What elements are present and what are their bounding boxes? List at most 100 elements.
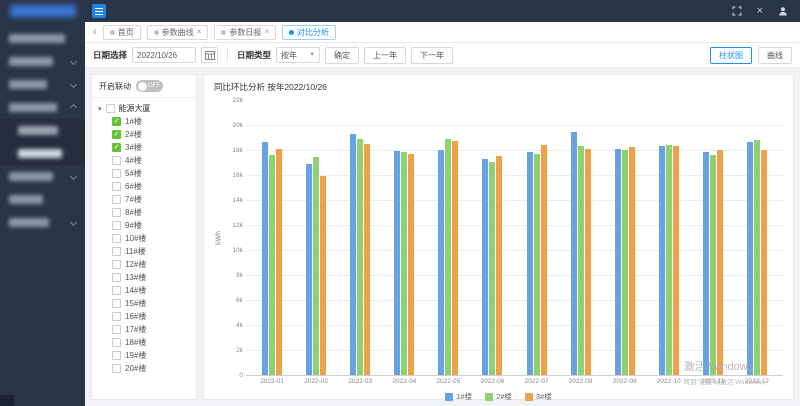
tab-close-icon[interactable]: × [264,28,269,36]
bar[interactable] [615,149,621,375]
bar[interactable] [754,140,760,375]
bar[interactable] [320,176,326,375]
sidebar-item[interactable] [0,73,85,96]
checkbox-icon[interactable]: ✓ [112,143,121,152]
bar[interactable] [364,144,370,375]
bar[interactable] [482,159,488,375]
tab-comparison-active[interactable]: 对比分析 [282,25,336,40]
tree-item[interactable]: ✓2#楼 [98,128,190,141]
bar[interactable] [276,149,282,375]
tree-item[interactable]: 17#楼 [98,323,190,336]
linkage-toggle[interactable]: OFF [136,80,163,92]
bar[interactable] [541,145,547,375]
bar[interactable] [401,152,407,375]
bar[interactable] [703,152,709,375]
bar[interactable] [527,152,533,375]
checkbox-icon[interactable] [112,351,121,360]
bar[interactable] [262,142,268,375]
sidebar-item[interactable] [0,50,85,73]
checkbox-icon[interactable] [112,221,121,230]
calendar-button[interactable] [201,47,218,63]
checkbox-icon[interactable] [112,195,121,204]
close-icon[interactable]: × [757,6,763,17]
legend-item[interactable]: 3#楼 [525,391,552,402]
bar[interactable] [452,141,458,375]
bar[interactable] [534,154,540,375]
bar[interactable] [710,155,716,375]
tree-item[interactable]: 11#楼 [98,245,190,258]
bar[interactable] [659,146,665,375]
tree-item[interactable]: 12#楼 [98,258,190,271]
bar[interactable] [357,139,363,375]
checkbox-icon[interactable] [112,325,121,334]
checkbox-icon[interactable] [112,273,121,282]
tree-item[interactable]: 19#楼 [98,349,190,362]
bar[interactable] [578,146,584,375]
checkbox-icon[interactable] [112,234,121,243]
tree-item[interactable]: 20#楼 [98,362,190,375]
bar[interactable] [496,156,502,375]
bar[interactable] [571,132,577,375]
bar[interactable] [673,146,679,375]
back-chevron-icon[interactable]: ‹ [93,27,97,38]
checkbox-icon[interactable] [106,104,115,113]
checkbox-icon[interactable] [112,260,121,269]
date-input[interactable] [132,47,196,63]
bar[interactable] [445,139,451,375]
menu-icon[interactable] [92,4,106,18]
tree-expand-icon[interactable]: ▾ [98,105,102,113]
bar[interactable] [629,147,635,375]
checkbox-icon[interactable]: ✓ [112,130,121,139]
sidebar-item[interactable] [0,211,85,234]
tree-item[interactable]: 15#楼 [98,297,190,310]
legend-item[interactable]: 2#楼 [485,391,512,402]
checkbox-icon[interactable] [112,286,121,295]
sidebar-item[interactable] [0,27,85,50]
sidebar-item[interactable] [0,188,85,211]
checkbox-icon[interactable] [112,338,121,347]
tree-item[interactable]: 7#楼 [98,193,190,206]
bar[interactable] [622,150,628,375]
bar[interactable] [350,134,356,375]
checkbox-icon[interactable] [112,364,121,373]
tab-close-icon[interactable]: × [197,28,202,36]
bar[interactable] [585,149,591,375]
confirm-button[interactable]: 确定 [325,47,359,64]
tree-item[interactable]: 5#楼 [98,167,190,180]
bar[interactable] [747,142,753,375]
tree-item[interactable]: 14#楼 [98,284,190,297]
user-icon[interactable] [778,6,788,16]
sidebar-collapse-button[interactable] [0,395,14,406]
fullscreen-icon[interactable] [732,6,742,16]
tab-param-curve[interactable]: 参数曲线 × [147,25,209,40]
bar[interactable] [761,150,767,375]
tree-item[interactable]: 9#楼 [98,219,190,232]
bar[interactable] [408,154,414,375]
checkbox-icon[interactable] [112,247,121,256]
checkbox-icon[interactable] [112,156,121,165]
line-view-button[interactable]: 曲线 [758,47,792,64]
tree-item[interactable]: 10#楼 [98,232,190,245]
bar[interactable] [489,162,495,375]
sidebar-item[interactable] [0,165,85,188]
tree-item[interactable]: 4#楼 [98,154,190,167]
tree-item[interactable]: ✓1#楼 [98,115,190,128]
sidebar-item[interactable] [0,96,85,119]
bar[interactable] [666,145,672,375]
checkbox-icon[interactable] [112,299,121,308]
tree-item[interactable]: 8#楼 [98,206,190,219]
bar[interactable] [306,164,312,375]
checkbox-icon[interactable] [112,169,121,178]
tree-item[interactable]: 16#楼 [98,310,190,323]
tab-param-daily[interactable]: 参数日报 × [214,25,276,40]
tree-item[interactable]: 18#楼 [98,336,190,349]
sidebar-subitem[interactable] [0,119,85,142]
checkbox-icon[interactable] [112,182,121,191]
tree-item[interactable]: 6#楼 [98,180,190,193]
bar[interactable] [269,155,275,375]
tab-home[interactable]: 首页 [103,25,141,40]
bar[interactable] [394,151,400,375]
date-type-select[interactable]: 按年 ▼ [276,47,320,63]
checkbox-icon[interactable] [112,312,121,321]
tree-item[interactable]: 13#楼 [98,271,190,284]
